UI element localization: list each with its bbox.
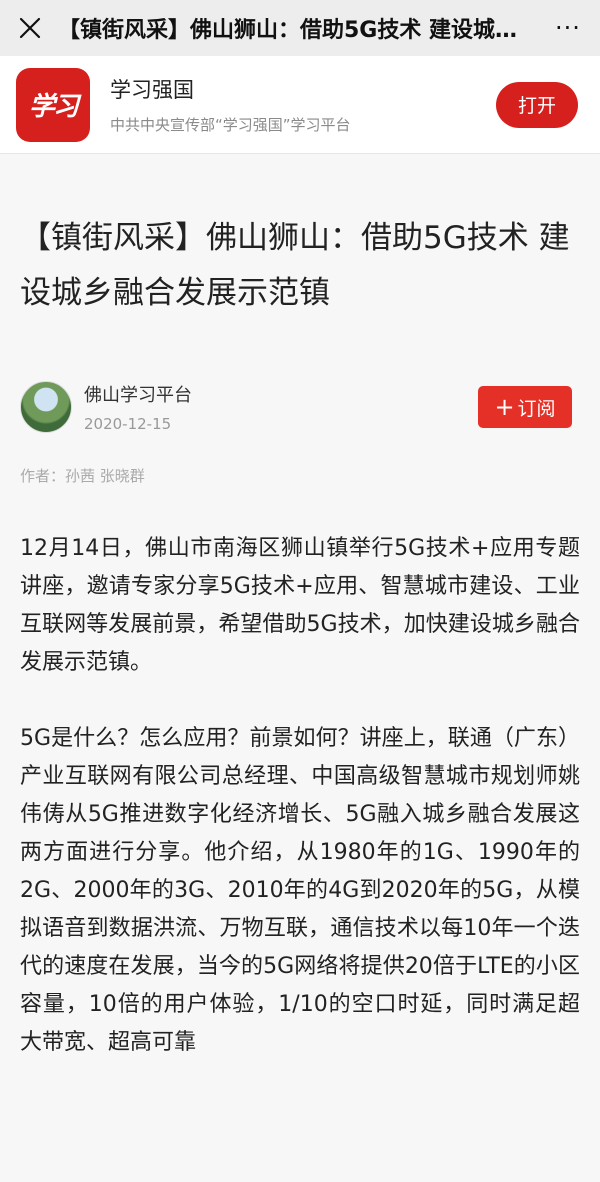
article-byline: 作者：孙茜 张晓群 bbox=[20, 467, 145, 485]
article-headline: 【镇街风采】佛山狮山：借助5G技术 建设城乡融合发展示范镇 bbox=[20, 220, 570, 311]
author-meta: 佛山学习平台 2020-12-15 bbox=[72, 381, 478, 433]
article-body: 【镇街风采】佛山狮山：借助5G技术 建设城乡融合发展示范镇 佛山学习平台 202… bbox=[0, 154, 600, 1062]
more-button[interactable]: ··· bbox=[550, 12, 586, 44]
open-app-button[interactable]: 打开 bbox=[496, 81, 578, 128]
subscribe-button[interactable]: + 订阅 bbox=[478, 386, 572, 428]
author-name[interactable]: 佛山学习平台 bbox=[84, 381, 478, 407]
publish-date: 2020-12-15 bbox=[84, 415, 172, 433]
article-paragraph: 12月14日，佛山市南海区狮山镇举行5G技术+应用专题讲座，邀请专家分享5G技术… bbox=[20, 536, 580, 675]
author-row: 佛山学习平台 2020-12-15 + 订阅 bbox=[20, 379, 580, 435]
close-button[interactable] bbox=[14, 12, 46, 44]
page-title: 【镇街风采】佛山狮山：借助5G技术 建设城乡融合发展示范镇 bbox=[58, 18, 550, 43]
app-name: 学习强国 bbox=[110, 78, 194, 102]
author-avatar[interactable] bbox=[20, 381, 72, 433]
app-logo-text: 学习 bbox=[28, 92, 79, 122]
app-info: 学习强国 中共中央宣传部“学习强国”学习平台 bbox=[90, 74, 496, 135]
top-navigation-bar: 【镇街风采】佛山狮山：借助5G技术 建设城乡融合发展示范镇 ··· bbox=[0, 0, 600, 56]
app-promo-bar: 学习 学习强国 中共中央宣传部“学习强国”学习平台 打开 bbox=[0, 56, 600, 154]
plus-icon: + bbox=[494, 393, 515, 421]
app-description: 中共中央宣传部“学习强国”学习平台 bbox=[110, 116, 351, 134]
article-paragraph: 5G是什么？怎么应用？前景如何？讲座上，联通（广东）产业互联网有限公司总经理、中… bbox=[20, 726, 580, 1055]
subscribe-label: 订阅 bbox=[517, 397, 556, 420]
close-icon bbox=[19, 17, 41, 39]
more-icon: ··· bbox=[555, 14, 581, 42]
app-logo: 学习 bbox=[16, 67, 90, 142]
